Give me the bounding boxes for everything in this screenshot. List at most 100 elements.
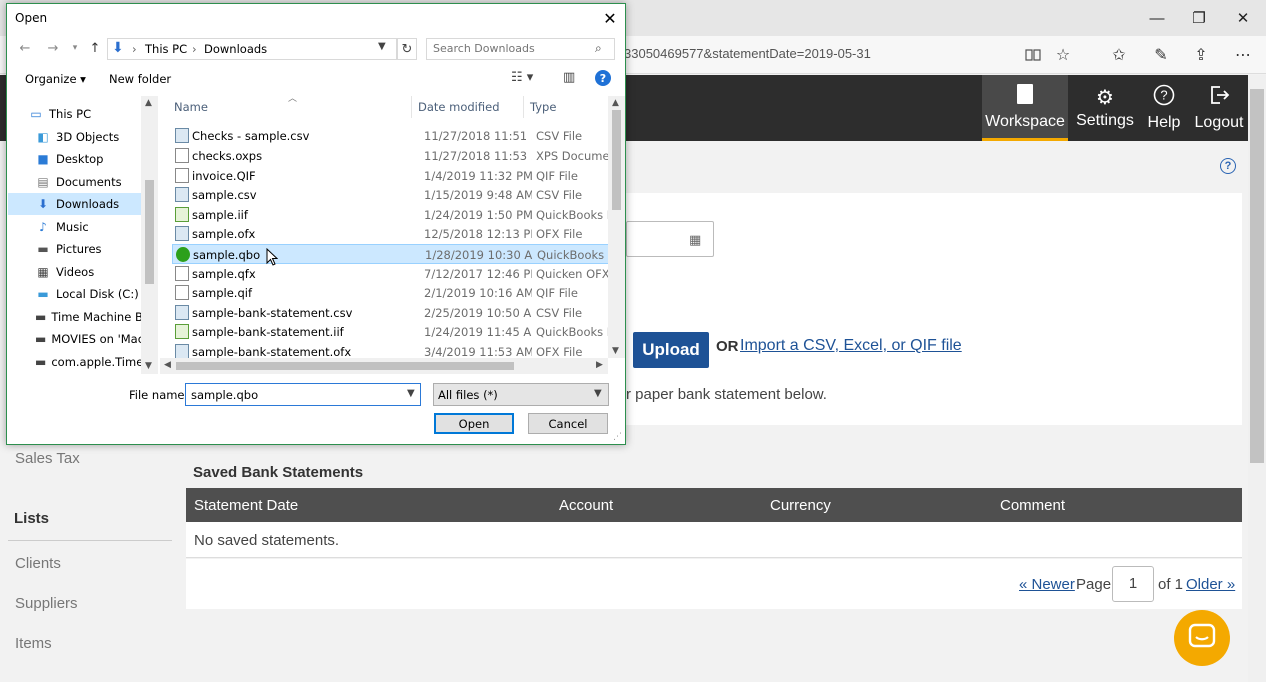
chevron-right-icon[interactable]: ›	[192, 42, 197, 56]
column-type[interactable]: Type	[524, 96, 608, 118]
column-comment[interactable]: Comment	[1000, 497, 1065, 514]
file-row[interactable]: Checks - sample.csv 11/27/2018 11:51 ...…	[172, 126, 614, 146]
chevron-down-icon[interactable]: ▼	[378, 41, 386, 52]
tree-item-movies[interactable]: ▬ MOVIES on 'Mac	[8, 328, 141, 350]
more-icon[interactable]: ⋯	[1230, 43, 1256, 67]
search-downloads[interactable]: ⌕	[426, 38, 615, 60]
chevron-down-icon[interactable]: ▼	[407, 388, 415, 399]
older-link[interactable]: Older »	[1186, 576, 1235, 593]
page-number-input[interactable]: 1	[1112, 566, 1154, 602]
scroll-right-icon[interactable]: ▶	[596, 360, 603, 370]
favorites-hub-icon[interactable]: ✩	[1106, 43, 1132, 67]
scroll-up-icon[interactable]: ▲	[145, 98, 152, 108]
url-text[interactable]: 33050469577&statementDate=2019-05-31	[624, 46, 871, 61]
column-statement-date[interactable]: Statement Date	[194, 497, 298, 514]
column-date-modified[interactable]: Date modified	[412, 96, 524, 118]
up-arrow-icon[interactable]: ↑	[85, 38, 105, 58]
file-row[interactable]: sample-bank-statement.csv 2/25/2019 10:5…	[172, 303, 614, 323]
new-folder-button[interactable]: New folder	[109, 72, 171, 86]
page-help-icon[interactable]: ?	[1220, 158, 1236, 174]
tree-item-music[interactable]: ♪ Music	[8, 216, 141, 238]
file-date: 1/28/2019 10:30 AM	[425, 248, 533, 262]
nav-help[interactable]: ? Help	[1142, 75, 1186, 141]
scroll-up-icon[interactable]: ▲	[612, 98, 619, 108]
chevron-down-icon[interactable]: ▼	[594, 388, 602, 399]
column-name[interactable]: Name	[160, 96, 412, 118]
nav-workspace[interactable]: Workspace	[982, 75, 1068, 141]
sidebar-item-items[interactable]: Items	[15, 635, 52, 652]
file-row[interactable]: sample.qfx 7/12/2017 12:46 PM Quicken OF…	[172, 264, 622, 284]
import-file-link[interactable]: Import a CSV, Excel, or QIF file	[740, 337, 962, 355]
file-name-field[interactable]: ▼	[185, 383, 421, 406]
scroll-left-icon[interactable]: ◀	[164, 360, 171, 370]
file-name: sample.csv	[192, 188, 257, 203]
column-currency[interactable]: Currency	[770, 497, 831, 514]
file-list-vertical-scrollbar[interactable]: ▲ ▼	[608, 96, 625, 358]
forward-arrow-icon[interactable]: →	[43, 38, 63, 58]
refresh-icon[interactable]: ↻	[397, 38, 417, 60]
tree-scrollbar[interactable]: ▲ ▼	[141, 96, 158, 374]
upload-button[interactable]: Upload	[633, 332, 709, 368]
column-account[interactable]: Account	[559, 497, 613, 514]
file-row[interactable]: sample.ofx 12/5/2018 12:13 PM OFX File	[172, 224, 614, 244]
sidebar-item-clients[interactable]: Clients	[15, 555, 61, 572]
file-row-selected[interactable]: sample.qbo 1/28/2019 10:30 AM QuickBooks…	[172, 244, 623, 264]
tree-item-local-disk[interactable]: ▬ Local Disk (C:)	[8, 283, 141, 305]
pen-icon[interactable]: ✎	[1148, 43, 1174, 67]
dialog-help-icon[interactable]: ?	[595, 70, 611, 86]
breadcrumb-downloads[interactable]: Downloads	[204, 42, 267, 56]
file-row[interactable]: sample.csv 1/15/2019 9:48 AM CSV File	[172, 185, 614, 205]
page-scroll-thumb[interactable]	[1250, 89, 1264, 463]
share-icon[interactable]: ⇪	[1188, 43, 1214, 67]
dialog-close-button[interactable]: ✕	[597, 6, 623, 30]
calendar-icon[interactable]: ▦	[689, 232, 701, 248]
reading-view-icon[interactable]	[1020, 43, 1046, 67]
breadcrumb[interactable]: ⬇ › This PC › Downloads ▼	[107, 38, 397, 60]
resize-grip-icon[interactable]: ⋰	[613, 432, 622, 442]
statement-date-input[interactable]: ▦	[626, 221, 714, 257]
chevron-right-icon[interactable]: ›	[132, 42, 137, 56]
view-options-icon[interactable]: ☷ ▾	[511, 70, 533, 85]
scroll-down-icon[interactable]: ▼	[612, 346, 619, 356]
search-input[interactable]	[431, 41, 591, 56]
file-row[interactable]: sample.iif 1/24/2019 1:50 PM QuickBooks …	[172, 205, 622, 225]
file-row[interactable]: sample-bank-statement.iif 1/24/2019 11:4…	[172, 322, 622, 342]
open-button[interactable]: Open	[434, 413, 514, 434]
chat-launcher-button[interactable]	[1174, 610, 1230, 666]
file-list-scroll-thumb[interactable]	[612, 110, 621, 210]
cancel-button[interactable]: Cancel	[528, 413, 608, 434]
tree-item-3d-objects[interactable]: ◧ 3D Objects	[8, 126, 141, 148]
tree-item-com-apple[interactable]: ▬ com.apple.Time	[8, 351, 141, 373]
recent-locations-icon[interactable]: ▾	[65, 38, 85, 58]
back-arrow-icon[interactable]: ←	[15, 38, 35, 58]
close-window-button[interactable]: ✕	[1220, 0, 1266, 36]
favorite-star-icon[interactable]: ☆	[1050, 43, 1076, 67]
tree-item-time-machine[interactable]: ▬ Time Machine B	[8, 306, 141, 328]
breadcrumb-this-pc[interactable]: This PC	[145, 42, 187, 56]
file-list-hscroll-thumb[interactable]	[176, 362, 514, 370]
tree-item-desktop[interactable]: ■ Desktop	[8, 148, 141, 170]
file-row[interactable]: sample.qif 2/1/2019 10:16 AM QIF File	[172, 283, 614, 303]
newer-link[interactable]: « Newer	[1019, 576, 1075, 593]
organize-menu[interactable]: Organize ▾	[25, 72, 86, 86]
file-type-select[interactable]: All files (*) ▼	[433, 383, 609, 406]
sidebar-item-suppliers[interactable]: Suppliers	[15, 595, 78, 612]
nav-logout[interactable]: Logout	[1192, 75, 1246, 141]
tree-item-this-pc[interactable]: ▭ This PC	[8, 103, 141, 125]
file-row[interactable]: checks.oxps 11/27/2018 11:53 ... XPS Doc…	[172, 146, 621, 166]
tree-item-documents[interactable]: ▤ Documents	[8, 171, 141, 193]
minimize-button[interactable]: —	[1134, 0, 1180, 36]
tree-scroll-thumb[interactable]	[145, 180, 154, 284]
page-scrollbar[interactable]	[1248, 75, 1266, 682]
scroll-down-icon[interactable]: ▼	[145, 361, 152, 371]
sidebar-item-sales-tax[interactable]: Sales Tax	[15, 450, 80, 467]
restore-button[interactable]: ❐	[1176, 0, 1222, 36]
file-list-horizontal-scrollbar[interactable]: ◀ ▶	[160, 358, 608, 374]
nav-settings[interactable]: ⚙ Settings	[1072, 75, 1138, 141]
file-row[interactable]: invoice.QIF 1/4/2019 11:32 PM QIF File	[172, 166, 614, 186]
tree-item-pictures[interactable]: ▬ Pictures	[8, 238, 141, 260]
tree-item-videos[interactable]: ▦ Videos	[8, 261, 141, 283]
preview-pane-icon[interactable]: ▥	[563, 70, 575, 85]
tree-item-downloads[interactable]: ⬇ Downloads	[8, 193, 141, 215]
file-name-input[interactable]	[189, 387, 399, 403]
